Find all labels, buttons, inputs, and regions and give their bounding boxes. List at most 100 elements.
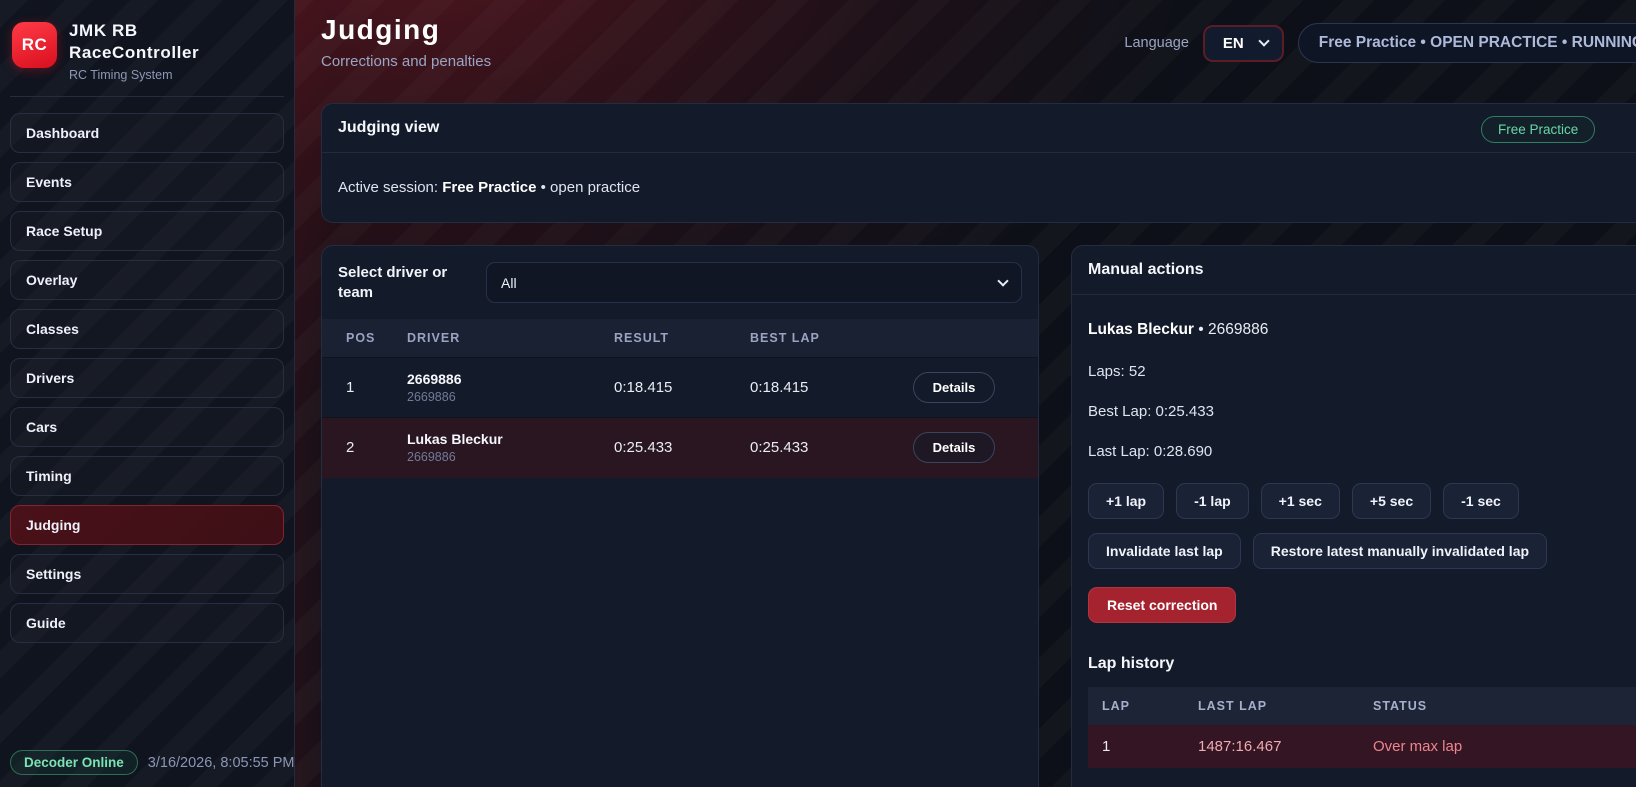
judging-view-header: Judging view Free Practice: [322, 104, 1636, 153]
lap-validity-buttons-row: Invalidate last lap Restore latest manua…: [1088, 533, 1636, 569]
lap-status-cell: Over max lap: [1363, 725, 1636, 768]
manual-actions-card: Manual actions Lukas Bleckur • 2669886 L…: [1071, 245, 1636, 787]
adjust-button-1-sec[interactable]: +1 sec: [1261, 483, 1340, 519]
adjust-buttons-row: +1 lap -1 lap +1 sec +5 sec -1 sec: [1088, 483, 1636, 519]
driver-result-cell: 0:25.433: [604, 418, 740, 478]
invalidate-last-lap-button[interactable]: Invalidate last lap: [1088, 533, 1241, 569]
sidebar-item-events[interactable]: Events: [10, 162, 284, 202]
adjust-button-1-lap[interactable]: -1 lap: [1176, 483, 1249, 519]
language-select-value: EN: [1223, 35, 1244, 52]
active-session-name: Free Practice: [442, 179, 536, 196]
driver-table-row: 2Lukas Bleckur26698860:25.4330:25.433Det…: [322, 418, 1038, 478]
lap-time-cell: 1487:16.467: [1188, 725, 1363, 768]
driver-filter-select[interactable]: All: [486, 262, 1022, 303]
language-label: Language: [1124, 35, 1189, 51]
lap-history-header-row: LAPLAST LAPSTATUS: [1088, 687, 1636, 725]
driver-filter-row: Select driver or team All: [322, 246, 1038, 319]
judging-view-title: Judging view: [338, 119, 439, 136]
driver-pos-cell: 1: [322, 358, 397, 418]
driver-table-header-pos: POS: [322, 319, 397, 358]
app-logo-row: RC JMK RB RaceController RC Timing Syste…: [10, 18, 284, 97]
selected-driver-separator: •: [1194, 321, 1208, 338]
app-title-line2: RaceController: [69, 42, 199, 64]
topbar: Judging Corrections and penalties Langua…: [321, 14, 1636, 90]
sidebar: RC JMK RB RaceController RC Timing Syste…: [0, 0, 295, 787]
manual-actions-title: Manual actions: [1088, 261, 1204, 278]
best-lap-stat: Best Lap: 0:25.433: [1088, 403, 1636, 420]
adjust-button-1-lap[interactable]: +1 lap: [1088, 483, 1164, 519]
driver-pos-cell: 2: [322, 418, 397, 478]
judging-view-body: Active session: Free Practice • open pra…: [322, 153, 1636, 222]
driver-table-body: 1266988626698860:18.4150:18.415Details2L…: [322, 358, 1038, 478]
selected-driver-id: 2669886: [1208, 321, 1268, 338]
driver-table-header-actions: [890, 319, 1038, 358]
lap-history-body: 11487:16.467Over max lap: [1088, 725, 1636, 768]
sidebar-item-race-setup[interactable]: Race Setup: [10, 211, 284, 251]
driver-table: POSDRIVERRESULTBEST LAP 1 2669886 2669886 0…: [322, 319, 1038, 478]
page-title-block: Judging Corrections and penalties: [321, 14, 491, 70]
sidebar-item-dashboard[interactable]: Dashboard: [10, 113, 284, 153]
adjust-button-1-sec[interactable]: -1 sec: [1443, 483, 1519, 519]
sidebar-item-settings[interactable]: Settings: [10, 554, 284, 594]
session-name-badge: Free Practice: [1481, 116, 1595, 143]
reset-correction-button[interactable]: Reset correction: [1088, 587, 1236, 623]
app-root: RC JMK RB RaceController RC Timing Syste…: [0, 0, 1636, 787]
lap-history-title: Lap history: [1088, 655, 1636, 673]
lap-history-header-last-lap: LAST LAP: [1188, 687, 1363, 725]
lap-history-header-lap: LAP: [1088, 687, 1188, 725]
content-columns: Select driver or team All POSDRIVERRESUL…: [321, 245, 1636, 787]
selected-driver-line: Lukas Bleckur • 2669886: [1088, 321, 1636, 339]
app-logo-icon: RC: [12, 22, 57, 68]
lap-history-header-status: STATUS: [1363, 687, 1636, 725]
active-session-suffix: • open practice: [536, 179, 640, 196]
details-button[interactable]: Details: [913, 372, 996, 403]
sidebar-item-timing[interactable]: Timing: [10, 456, 284, 496]
lap-number-cell: 1: [1088, 725, 1188, 768]
sidebar-footer: Decoder Online 3/16/2026, 8:05:55 PM: [10, 750, 284, 775]
chevron-down-icon: [997, 275, 1008, 286]
language-select[interactable]: EN: [1203, 25, 1284, 62]
sidebar-item-drivers[interactable]: Drivers: [10, 358, 284, 398]
driver-filter-value: All: [501, 275, 517, 291]
sidebar-item-judging[interactable]: Judging: [10, 505, 284, 545]
driver-table-header-driver: DRIVER: [397, 319, 604, 358]
restore-invalidated-lap-button[interactable]: Restore latest manually invalidated lap: [1253, 533, 1547, 569]
sidebar-item-guide[interactable]: Guide: [10, 603, 284, 643]
adjust-button-5-sec[interactable]: +5 sec: [1352, 483, 1431, 519]
driver-table-row: 1266988626698860:18.4150:18.415Details: [322, 358, 1038, 418]
sidebar-item-cars[interactable]: Cars: [10, 407, 284, 447]
driver-action-cell: Details: [890, 358, 1038, 418]
driver-name-cell: Lukas Bleckur2669886: [397, 418, 604, 478]
driver-filter-label: Select driver or team: [338, 263, 468, 303]
decoder-status-badge: Decoder Online: [10, 750, 138, 775]
sidebar-item-overlay[interactable]: Overlay: [10, 260, 284, 300]
app-title-line1: JMK RB: [69, 20, 199, 42]
page-title: Judging: [321, 14, 491, 46]
driver-best-lap-cell: 0:25.433: [740, 418, 890, 478]
active-session-prefix: Active session:: [338, 179, 442, 196]
last-lap-stat: Last Lap: 0:28.690: [1088, 443, 1636, 460]
driver-name: 2669886: [407, 371, 594, 387]
lap-history-table: LAPLAST LAPSTATUS 11487:16.467Over max l…: [1088, 687, 1636, 768]
driver-action-cell: Details: [890, 418, 1038, 478]
chevron-down-icon: [1258, 35, 1269, 46]
driver-table-header-result: RESULT: [604, 319, 740, 358]
details-button[interactable]: Details: [913, 432, 996, 463]
driver-table-header-row: POSDRIVERRESULTBEST LAP: [322, 319, 1038, 358]
sidebar-item-classes[interactable]: Classes: [10, 309, 284, 349]
driver-transponder-id: 2669886: [407, 450, 594, 464]
driver-panel-card: Select driver or team All POSDRIVERRESUL…: [321, 245, 1039, 787]
driver-name-cell: 2669886 2669886: [397, 358, 604, 418]
driver-best-lap-cell: 0:18.415: [740, 358, 890, 418]
laps-stat: Laps: 52: [1088, 363, 1636, 380]
judging-view-card: Judging view Free Practice Active sessio…: [321, 103, 1636, 223]
selected-driver-name: Lukas Bleckur: [1088, 321, 1194, 338]
driver-transponder-id: 2669886: [407, 390, 594, 404]
app-subtitle: RC Timing System: [69, 68, 199, 82]
app-title-block: JMK RB RaceController RC Timing System: [69, 20, 199, 82]
lap-history-row: 11487:16.467Over max lap: [1088, 725, 1636, 768]
sidebar-nav: Dashboard Events Race Setup Overlay Classes D…: [10, 113, 284, 643]
manual-actions-header: Manual actions: [1072, 246, 1636, 295]
clock-timestamp: 3/16/2026, 8:05:55 PM: [148, 755, 295, 771]
topbar-right: Language EN Free Practice • OPEN PRACTIC…: [1124, 23, 1636, 63]
